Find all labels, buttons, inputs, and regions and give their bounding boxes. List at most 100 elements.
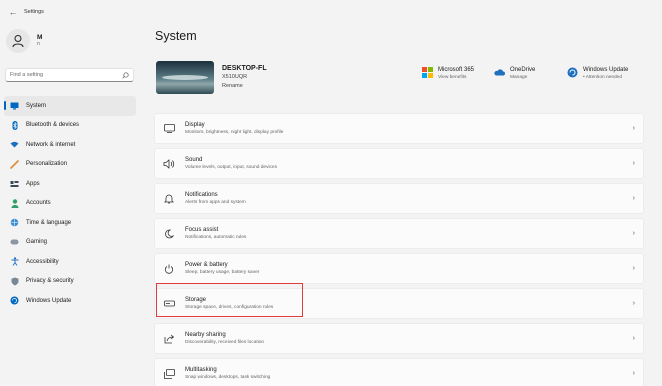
moon-icon [163, 228, 175, 240]
storage-icon [163, 298, 175, 310]
row-subtitle: Storage space, drives, configuration rul… [185, 304, 274, 310]
shield-icon [10, 277, 19, 286]
share-icon [163, 333, 175, 345]
sidebar-nav: System Bluetooth & devices Network & int… [4, 96, 136, 311]
quick-link-sub: • Attention needed [583, 75, 623, 80]
update-icon [10, 296, 19, 305]
row-subtitle: Notifications, automatic rules [185, 234, 247, 240]
settings-row-sound[interactable]: Sound Volume levels, output, input, sound… [154, 148, 644, 179]
sidebar-item-system[interactable]: System [4, 96, 136, 116]
sidebar-item-time-language[interactable]: Time & language [4, 213, 136, 233]
device-name: DESKTOP-FL [222, 65, 267, 72]
sidebar-item-bluetooth[interactable]: Bluetooth & devices [4, 116, 136, 136]
row-subtitle: Discoverability, received files location [185, 339, 265, 345]
quick-link-sub: View benefits [438, 75, 467, 80]
device-model: X510UQR [222, 74, 248, 80]
accessibility-icon [10, 257, 19, 266]
settings-row-display[interactable]: Display Monitors, brightness, night light… [154, 113, 644, 144]
accounts-icon [10, 199, 19, 208]
row-subtitle: Monitors, brightness, night light, displ… [185, 129, 284, 135]
sidebar-item-label: Apps [26, 180, 40, 187]
display-icon [163, 123, 175, 135]
window-title: Settings [24, 9, 44, 15]
main-content: System DESKTOP-FL X510UQR Rename Microso… [154, 24, 654, 386]
user-profile[interactable]: M n [6, 29, 42, 53]
sidebar-item-label: Accessibility [26, 258, 59, 265]
settings-row-nearby-sharing[interactable]: Nearby sharing Discoverability, received … [154, 323, 644, 354]
update-icon [567, 67, 578, 78]
chevron-right-icon: › [632, 335, 635, 342]
row-subtitle: Volume levels, output, input, sound devi… [185, 164, 277, 170]
settings-row-notifications[interactable]: Notifications Alerts from apps and system… [154, 183, 644, 214]
search-icon[interactable] [122, 71, 129, 79]
chevron-right-icon: › [632, 265, 635, 272]
multitask-icon [163, 368, 175, 380]
sidebar-item-label: Personalization [26, 161, 68, 168]
row-title: Multitasking [185, 366, 217, 373]
person-icon [12, 35, 24, 48]
monitor-icon [10, 101, 19, 110]
sidebar-item-label: Gaming [26, 239, 48, 246]
sidebar-item-label: Network & internet [26, 141, 76, 148]
sidebar-item-apps[interactable]: Apps [4, 174, 136, 194]
rename-link[interactable]: Rename [222, 82, 267, 91]
quick-link-microsoft365[interactable]: Microsoft 365 View benefits [422, 66, 474, 81]
settings-row-focus-assist[interactable]: Focus assist Notifications, automatic rul… [154, 218, 644, 249]
chevron-right-icon: › [632, 370, 635, 377]
quick-link-onedrive[interactable]: OneDrive Manage [494, 66, 535, 81]
sidebar-item-accounts[interactable]: Accounts [4, 194, 136, 214]
settings-row-storage[interactable]: Storage Storage space, drives, configurat… [154, 288, 644, 319]
chevron-right-icon: › [632, 300, 635, 307]
row-title: Storage [185, 296, 207, 303]
row-title: Notifications [185, 191, 218, 198]
sidebar-item-network[interactable]: Network & internet [4, 135, 136, 155]
quick-link-sub: Manage [510, 75, 528, 80]
row-title: Sound [185, 156, 203, 163]
bluetooth-icon [10, 120, 19, 130]
chevron-right-icon: › [632, 125, 635, 132]
page-title: System [155, 29, 197, 43]
speaker-icon [163, 158, 175, 170]
sidebar-item-gaming[interactable]: Gaming [4, 233, 136, 253]
row-title: Display [185, 121, 205, 128]
user-name: M [37, 34, 43, 41]
sidebar-item-label: Windows Update [26, 297, 72, 304]
network-icon [10, 140, 19, 149]
sidebar-item-label: Time & language [26, 219, 72, 226]
microsoft-logo-icon [422, 67, 433, 78]
sidebar: M n Find a setting System Bluetooth & de… [0, 24, 142, 386]
title-bar: ← Settings [0, 0, 662, 24]
quick-link-title: Windows Update [583, 67, 629, 73]
apps-icon [10, 179, 19, 188]
avatar [6, 29, 30, 53]
row-subtitle: Alerts from apps and system [185, 199, 246, 205]
user-text: M n [37, 34, 42, 48]
chevron-right-icon: › [632, 230, 635, 237]
power-icon [163, 263, 175, 275]
quick-link-title: OneDrive [510, 67, 536, 73]
sidebar-item-windows-update[interactable]: Windows Update [4, 291, 136, 311]
sidebar-item-accessibility[interactable]: Accessibility [4, 252, 136, 272]
row-subtitle: Snap windows, desktops, task switching [185, 374, 271, 380]
row-title: Power & battery [185, 261, 228, 268]
chevron-right-icon: › [632, 195, 635, 202]
quick-link-title: Microsoft 365 [438, 67, 475, 73]
cloud-icon [494, 69, 505, 76]
search-input[interactable]: Find a setting [5, 68, 134, 82]
chevron-right-icon: › [632, 160, 635, 167]
sidebar-item-label: Bluetooth & devices [26, 122, 80, 129]
gamepad-icon [10, 238, 19, 247]
sidebar-item-label: System [26, 102, 47, 109]
globe-clock-icon [10, 218, 19, 227]
device-card: DESKTOP-FL X510UQR Rename [156, 61, 267, 94]
settings-row-multitasking[interactable]: Multitasking Snap windows, desktops, task… [154, 358, 644, 386]
quick-link-windows-update[interactable]: Windows Update • Attention needed [567, 66, 628, 81]
back-arrow-icon[interactable]: ← [4, 7, 22, 17]
sidebar-item-privacy-security[interactable]: Privacy & security [4, 272, 136, 292]
device-text: DESKTOP-FL X510UQR Rename [222, 64, 267, 91]
settings-row-power-battery[interactable]: Power & battery Sleep, battery usage, bat… [154, 253, 644, 284]
desktop-wallpaper-thumbnail [156, 61, 214, 94]
search-placeholder: Find a setting [10, 72, 44, 78]
sidebar-item-personalization[interactable]: Personalization [4, 155, 136, 175]
brush-icon [10, 159, 19, 169]
